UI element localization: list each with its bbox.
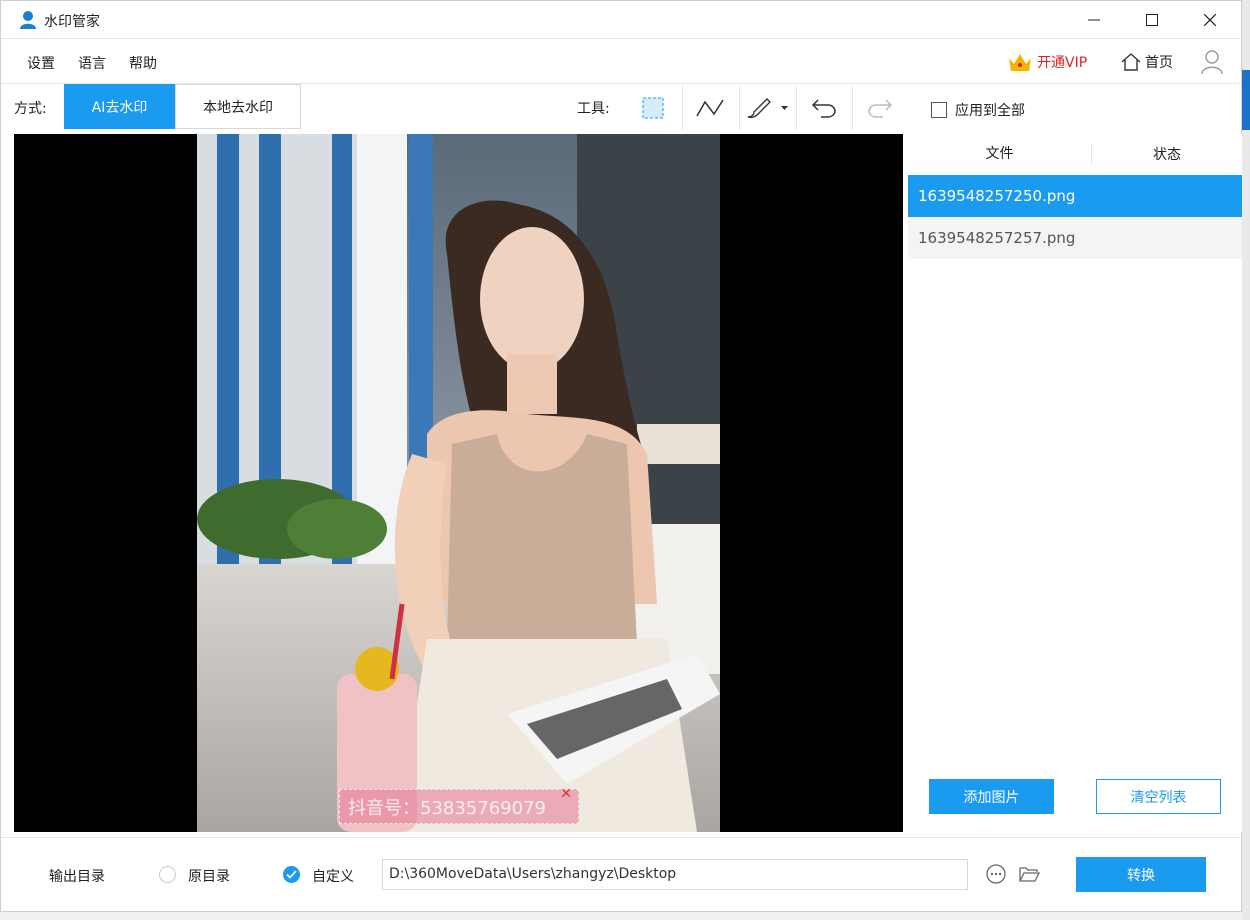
home-label: 首页 bbox=[1145, 55, 1173, 71]
minimize-icon bbox=[1088, 19, 1100, 21]
folder-open-icon[interactable] bbox=[1018, 863, 1040, 885]
minimize-button[interactable] bbox=[1065, 1, 1123, 39]
home-icon bbox=[1121, 53, 1141, 71]
file-panel: 文件 状态 1639548257250.png 1639548257257.pn… bbox=[908, 134, 1242, 832]
crown-icon bbox=[1009, 54, 1031, 71]
redo-icon bbox=[868, 99, 893, 118]
polyline-icon bbox=[696, 99, 724, 117]
vip-label: 开通VIP bbox=[1037, 55, 1088, 71]
redo-button[interactable] bbox=[853, 86, 907, 130]
brush-tool[interactable] bbox=[740, 86, 794, 130]
output-path-field[interactable]: D:\360MoveData\Users\zhangyz\Desktop bbox=[382, 859, 968, 890]
watermark-text: 抖音号：53835769079 bbox=[348, 797, 546, 819]
apply-all-label: 应用到全部 bbox=[955, 103, 1025, 119]
vip-button[interactable]: 开通VIP bbox=[1007, 48, 1087, 76]
convert-button[interactable]: 转换 bbox=[1076, 857, 1206, 892]
radio-custom-label[interactable]: 自定义 bbox=[312, 866, 354, 886]
desktop-edge-accent bbox=[1242, 70, 1250, 130]
preview-photo bbox=[197, 134, 720, 832]
file-column-header: 文件 bbox=[908, 143, 1092, 165]
home-button[interactable]: 首页 bbox=[1121, 48, 1173, 76]
undo-icon bbox=[811, 99, 836, 118]
file-row[interactable]: 1639548257250.png bbox=[908, 175, 1242, 217]
menu-language[interactable]: 语言 bbox=[78, 53, 106, 73]
menu-help[interactable]: 帮助 bbox=[129, 53, 157, 73]
watermark-delete-icon[interactable]: ✕ bbox=[560, 786, 572, 802]
mode-label: 方式: bbox=[14, 101, 47, 117]
rect-select-tool[interactable] bbox=[626, 86, 680, 130]
radio-original-label[interactable]: 原目录 bbox=[188, 866, 230, 886]
watermark-selection[interactable]: 抖音号：53835769079 ✕ bbox=[339, 786, 579, 824]
checkbox-box[interactable] bbox=[931, 102, 947, 118]
output-bar: 输出目录 原目录 自定义 D:\360MoveData\Users\zhangy… bbox=[1, 837, 1241, 911]
image-canvas[interactable]: 抖音号：53835769079 ✕ bbox=[14, 134, 903, 832]
output-dir-label: 输出目录 bbox=[49, 869, 105, 885]
maximize-icon bbox=[1146, 14, 1158, 26]
menu-bar: 设置 语言 帮助 开通VIP 首页 bbox=[1, 40, 1241, 84]
clear-list-button[interactable]: 清空列表 bbox=[1096, 779, 1221, 814]
maximize-button[interactable] bbox=[1123, 1, 1181, 39]
apply-all-checkbox[interactable]: 应用到全部 bbox=[931, 100, 1025, 120]
app-logo-icon bbox=[20, 11, 36, 29]
window-title: 水印管家 bbox=[44, 14, 100, 30]
close-button[interactable] bbox=[1181, 1, 1239, 39]
user-avatar-icon[interactable] bbox=[1199, 48, 1225, 76]
radio-custom-dir[interactable] bbox=[283, 866, 300, 883]
add-image-button[interactable]: 添加图片 bbox=[929, 779, 1054, 814]
desktop-edge bbox=[1242, 0, 1250, 920]
file-list-header: 文件 状态 bbox=[908, 134, 1242, 174]
toolbar: 方式: AI去水印 本地去水印 工具: 应用到全部 bbox=[1, 84, 1241, 134]
title-bar: 水印管家 bbox=[1, 1, 1241, 39]
app-window: 水印管家 设置 语言 帮助 开通VIP 首页 方式: AI去水印 本地去水印 工… bbox=[0, 0, 1242, 912]
file-name: 1639548257250.png bbox=[918, 187, 1076, 205]
radio-original-dir[interactable] bbox=[159, 866, 176, 883]
mode-local-button[interactable]: 本地去水印 bbox=[175, 84, 301, 129]
check-icon bbox=[286, 870, 297, 879]
brush-icon bbox=[747, 98, 788, 119]
menu-settings[interactable]: 设置 bbox=[27, 53, 55, 73]
more-options-icon[interactable] bbox=[985, 863, 1007, 885]
status-column-header: 状态 bbox=[1153, 147, 1181, 163]
file-name: 1639548257257.png bbox=[918, 229, 1076, 247]
undo-button[interactable] bbox=[797, 86, 851, 130]
rect-select-icon bbox=[642, 97, 664, 119]
file-row[interactable]: 1639548257257.png bbox=[908, 217, 1242, 259]
tools-label: 工具: bbox=[577, 101, 610, 117]
close-icon bbox=[1204, 14, 1216, 26]
polyline-tool[interactable] bbox=[683, 86, 737, 130]
mode-ai-button[interactable]: AI去水印 bbox=[64, 84, 175, 129]
